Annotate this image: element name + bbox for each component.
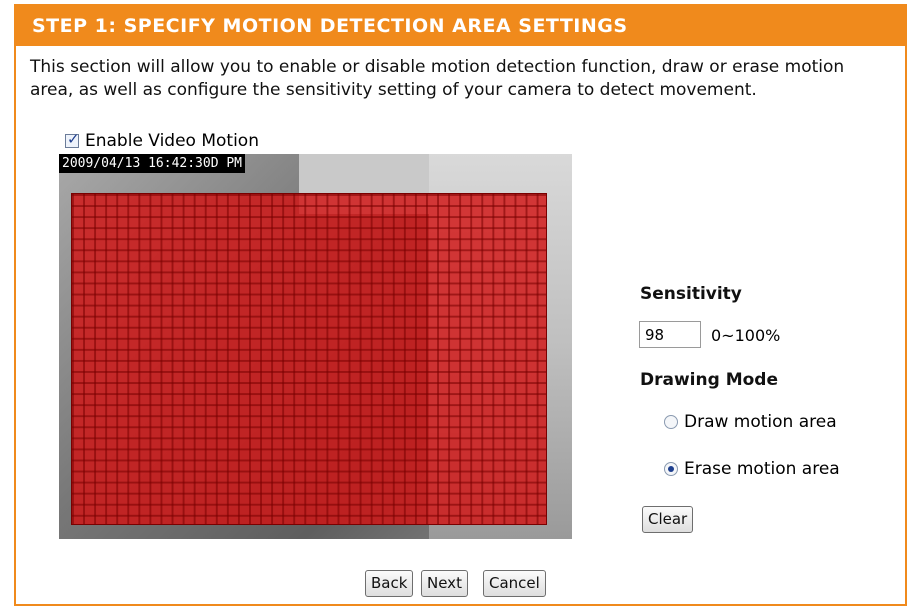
- next-button[interactable]: Next: [421, 570, 468, 597]
- back-button[interactable]: Back: [365, 570, 414, 597]
- section-header: STEP 1: SPECIFY MOTION DETECTION AREA SE…: [14, 4, 907, 46]
- section-title: STEP 1: SPECIFY MOTION DETECTION AREA SE…: [32, 15, 628, 37]
- draw-motion-area-radio[interactable]: [664, 415, 678, 429]
- erase-motion-area-option[interactable]: Erase motion area: [664, 459, 840, 479]
- erase-motion-area-radio[interactable]: [664, 462, 678, 476]
- enable-video-motion-label: Enable Video Motion: [85, 131, 259, 151]
- enable-video-motion-checkbox[interactable]: ✓: [65, 130, 80, 148]
- sensitivity-range: 0~100%: [711, 326, 781, 345]
- section-description: This section will allow you to enable or…: [30, 57, 845, 100]
- erase-motion-area-label: Erase motion area: [684, 459, 840, 479]
- sensitivity-label: Sensitivity: [640, 284, 742, 304]
- motion-area-grid[interactable]: [71, 193, 547, 525]
- video-timestamp: 2009/04/13 16:42:30D PM: [59, 154, 246, 173]
- check-icon: ✓: [67, 130, 80, 148]
- drawing-mode-label: Drawing Mode: [640, 370, 778, 390]
- draw-motion-area-option[interactable]: Draw motion area: [664, 412, 837, 432]
- clear-button[interactable]: Clear: [642, 506, 694, 533]
- sensitivity-input[interactable]: [639, 321, 701, 348]
- enable-video-motion-row[interactable]: ✓ Enable Video Motion: [65, 130, 259, 151]
- draw-motion-area-label: Draw motion area: [684, 412, 837, 432]
- cancel-button[interactable]: Cancel: [483, 570, 546, 597]
